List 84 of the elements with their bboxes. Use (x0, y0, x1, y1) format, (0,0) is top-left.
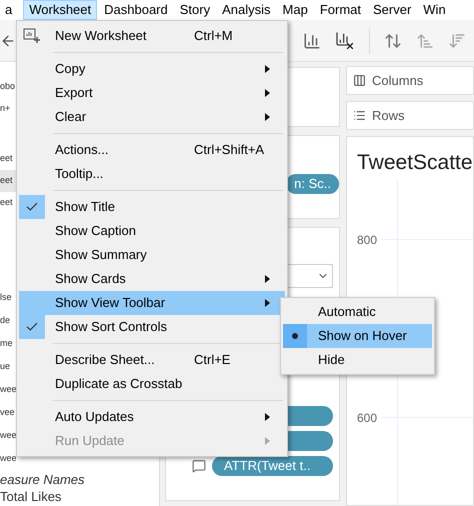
sheet-item[interactable]: eet (0, 148, 16, 170)
menu-item[interactable]: Tooltip... (19, 162, 285, 186)
submenu-arrow-icon (265, 299, 270, 307)
menu-item[interactable]: Show Summary (19, 243, 285, 267)
field-item[interactable]: easure Names (0, 471, 159, 488)
menu-item-label: Run Update (55, 432, 126, 450)
sheet-item[interactable]: eet (0, 170, 16, 192)
menu-item-label: Actions... (55, 141, 110, 160)
swap-icon[interactable] (384, 32, 402, 50)
submenu-arrow-icon (265, 413, 270, 421)
tooltip-icon (192, 459, 206, 473)
submenu-arrow-icon (265, 113, 270, 121)
sheet-item[interactable]: eet (0, 192, 16, 214)
menu-item[interactable]: Auto Updates (19, 405, 285, 429)
menu-item-label: Show View Toolbar (55, 294, 166, 312)
submenu-item[interactable]: Show on Hover (283, 324, 432, 348)
field-item[interactable]: ue (0, 355, 16, 378)
menu-item-label: Describe Sheet... (55, 351, 156, 370)
sort-ascending-icon[interactable] (416, 32, 434, 50)
menu-bar-item[interactable]: Map (278, 0, 313, 20)
menu-item-label: Show Caption (55, 222, 137, 240)
back-icon[interactable] (0, 32, 16, 48)
axis-label: 600 (357, 410, 378, 426)
menu-item[interactable]: Export (19, 81, 285, 105)
axis-label: 800 (357, 232, 378, 248)
submenu-arrow-icon (265, 65, 270, 73)
menu-item-label: Clear (55, 108, 88, 126)
menu-item-label: Export (55, 84, 94, 102)
menu-item[interactable]: Show Caption (19, 219, 285, 243)
menu-item[interactable]: Show View Toolbar (19, 291, 285, 315)
new-sheet-icon (23, 28, 41, 44)
menu-item-label: Show Cards (55, 270, 127, 288)
sheet-item[interactable]: n+ (0, 98, 16, 120)
submenu-arrow-icon (265, 275, 270, 283)
submenu-item-label: Hide (318, 351, 345, 370)
menu-bar-item[interactable]: Format (314, 0, 366, 20)
menu-bar-item[interactable]: Worksheet (23, 0, 98, 20)
menu-item[interactable]: New Worksheet Ctrl+M (19, 24, 285, 48)
clear-sheet-icon[interactable] (335, 30, 355, 50)
menu-bar-item[interactable]: Dashboard (99, 0, 173, 20)
columns-icon (353, 74, 366, 87)
submenu-item-label: Automatic (318, 303, 376, 322)
menu-item[interactable]: Duplicate as Crosstab (19, 372, 285, 396)
submenu-item-label: Show on Hover (318, 327, 407, 346)
shortcut-label: Ctrl+E (194, 352, 230, 368)
menu-item-label: New Worksheet (55, 27, 148, 46)
field-item[interactable]: me (0, 332, 16, 355)
field-item[interactable]: de (0, 309, 16, 332)
menu-item-label: Auto Updates (55, 408, 135, 426)
submenu-item[interactable]: Automatic (283, 300, 432, 324)
sort-descending-icon[interactable] (448, 32, 466, 50)
menu-item[interactable]: Show Cards (19, 267, 285, 291)
menu-item[interactable]: Clear (19, 105, 285, 129)
menu-item-label: Copy (55, 60, 86, 78)
menu-item[interactable]: Copy (19, 57, 285, 81)
menu-bar-item[interactable]: a (0, 0, 18, 20)
shortcut-label: Ctrl+M (194, 28, 233, 44)
field-item[interactable]: lse (0, 286, 16, 309)
field-item[interactable]: vee (0, 401, 16, 424)
menu-item-label: Show Sort Controls (55, 318, 168, 336)
menu-item-label: Tooltip... (55, 165, 104, 184)
shortcut-label: Ctrl+Shift+A (194, 142, 264, 158)
menu-item[interactable]: Actions... Ctrl+Shift+A (19, 138, 285, 162)
sheet-title: TweetScatte (357, 150, 473, 176)
menu-bar-item[interactable]: Analysis (217, 0, 276, 20)
submenu-arrow-icon (265, 437, 270, 445)
menu-bar-item[interactable]: Server (368, 0, 416, 20)
field-item[interactable]: Total Likes (0, 488, 159, 505)
menu-bar-item[interactable]: Win (418, 0, 451, 20)
shelf-label: Rows (372, 106, 405, 125)
submenu-arrow-icon (265, 89, 270, 97)
field-item[interactable]: wee (0, 447, 16, 470)
submenu-item[interactable]: Hide (283, 348, 432, 372)
menu-item-label: Duplicate as Crosstab (55, 375, 184, 394)
sheet-item[interactable]: obo (0, 76, 16, 98)
menu-item[interactable]: Show Title (19, 195, 285, 219)
shelf-label: Columns (372, 72, 424, 90)
rows-icon (353, 109, 366, 122)
menu-item-label: Show Summary (55, 246, 148, 264)
menu-item-label: Show Title (55, 198, 116, 216)
field-item[interactable]: wee (0, 424, 16, 447)
chart-icon[interactable] (303, 32, 321, 50)
menu-bar-item[interactable]: Story (174, 0, 216, 20)
field-item[interactable]: wee (0, 378, 16, 401)
